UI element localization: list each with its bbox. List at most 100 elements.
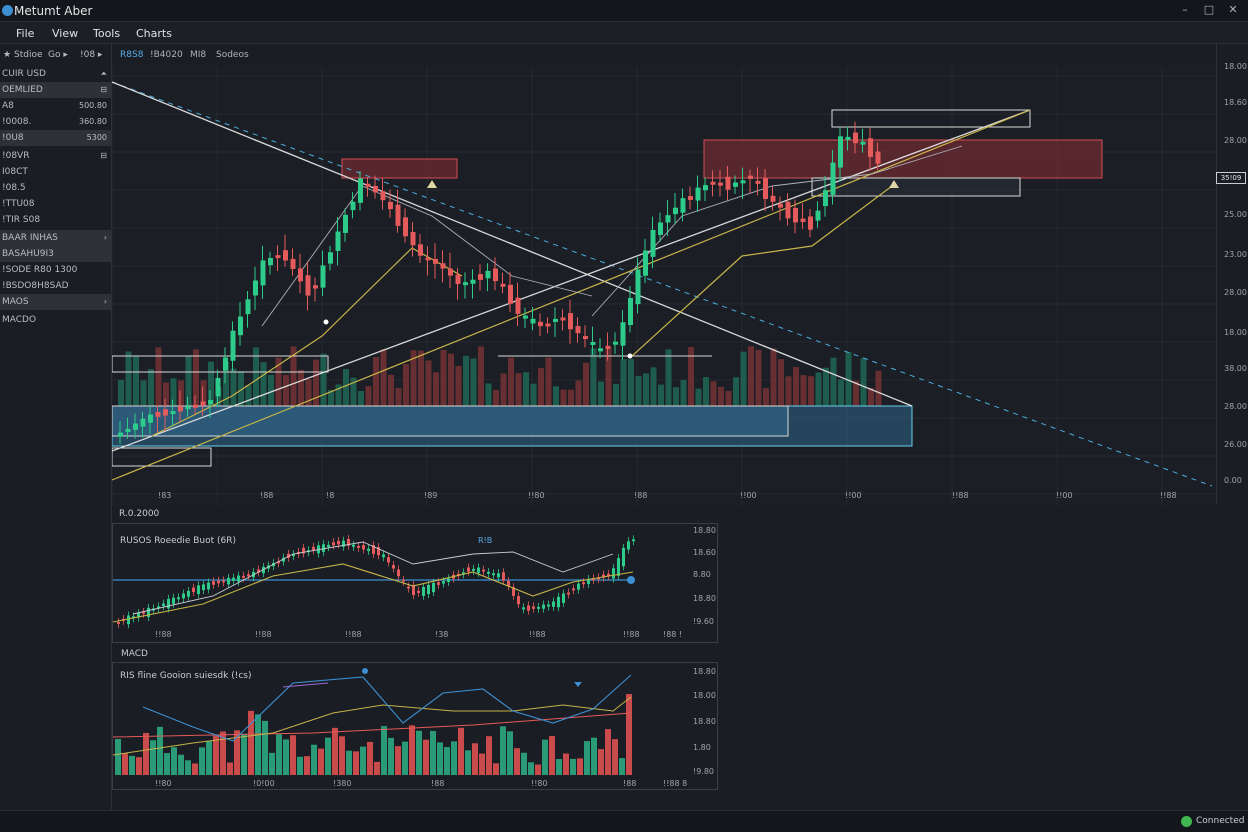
rsi-candle-body [477,567,480,573]
macd-histogram-bar [542,739,548,775]
sidebar-item[interactable]: CUIR USD ⏶ [0,66,111,82]
rsi-candle-body [407,586,410,589]
candle-body [358,178,363,203]
symbol-button[interactable]: R8S8 [120,50,143,60]
main-price-chart[interactable] [112,66,1216,506]
macd-histogram-bar [290,735,296,775]
sidebar-item-label: !TIR S08 [2,215,41,225]
rsi-panel: RUSOS Roeedie Buot (6R) R!B 18.80 18.60 … [112,523,718,643]
candle-body [538,321,543,327]
volume-bar [695,388,702,406]
volume-bar [118,380,124,406]
rsi-time-label: !38 [435,630,449,639]
menu-charts[interactable]: Charts [136,27,172,40]
sidebar-item[interactable]: I08CT [0,164,111,180]
volume-bar [170,378,177,406]
rsi-candle-body [532,606,535,609]
sidebar-item[interactable]: !TIR S08 [0,212,111,228]
rsi-candle-body [247,574,250,577]
favorite-icon[interactable]: ★ [3,50,11,60]
volume-bar [373,356,379,406]
macd-histogram-bar [171,747,177,775]
volume-bar [425,360,432,406]
volume-bar [433,372,439,406]
macd-histogram-bar [367,741,373,775]
volume-bar [755,349,762,406]
menu-view[interactable]: View [52,27,78,40]
rsi-candle-body [537,606,540,609]
maximize-icon[interactable]: □ [1200,3,1218,16]
sidebar-item-value: ⊟ [100,85,107,94]
candle-body [800,218,806,223]
resistance-zone[interactable] [341,158,458,179]
sidebar-item[interactable]: !08VR ⊟ [0,148,111,164]
studies-button[interactable]: Sodeos [216,50,249,60]
close-icon[interactable]: ✕ [1224,3,1242,16]
rsi-candle-body [367,548,370,552]
candle-body [500,283,506,287]
sidebar-tool-go[interactable]: Go ▸ [48,50,68,60]
macd-histogram-bar [213,735,219,775]
candle-body [470,279,476,284]
demand-zone-inner[interactable] [112,405,789,437]
interval-button[interactable]: MI8 [190,50,206,60]
price-label: 0.00 [1224,476,1242,485]
volume-bar [478,346,484,406]
menu-tools[interactable]: Tools [93,27,120,40]
volume-bar [320,353,327,406]
candle-body [245,299,251,315]
rsi-time-label: !!88 [255,630,272,639]
connection-status-icon [1181,816,1192,827]
sidebar-item[interactable]: BAAR INHAS › [0,230,111,246]
candle-body [283,250,288,261]
menu-file[interactable]: File [16,27,34,40]
sidebar-tool-studio[interactable]: Stdioe [14,50,43,60]
sidebar-item[interactable]: !0U8 5300 [0,130,111,146]
candle-body [193,404,198,408]
volume-bar [568,389,574,406]
sidebar-item[interactable]: !08.5 [0,180,111,196]
minimize-icon[interactable]: – [1176,3,1194,16]
sidebar-item[interactable]: !BSDO8H8SAD [0,278,111,294]
candle-body [433,258,438,264]
candle-body [463,282,468,286]
macd-histogram-bar [507,731,513,775]
volume-bar [148,369,154,406]
price-label: 28.00 [1224,288,1247,297]
sidebar-item[interactable]: A8 500.80 [0,98,111,114]
macd-histogram-bar [241,733,247,775]
breakout-box[interactable] [811,177,1021,197]
sidebar-tool-period[interactable]: !08 ▸ [80,50,102,60]
supply-zone[interactable] [703,139,1103,179]
sidebar-item-value: 500.80 [79,101,107,110]
macd-histogram-bar [409,725,415,775]
rsi-candle-body [557,596,560,608]
rsi-candle-body [522,607,525,610]
rsi-candle-body [202,584,205,591]
sidebar-item[interactable]: MACDO [0,312,111,328]
volume-bar [725,390,732,406]
sidebar-item[interactable]: MAOS › [0,294,111,310]
sidebar-item[interactable]: BASAHU9I3 [0,246,111,262]
macd-plot[interactable] [113,663,717,789]
macd-histogram-bar [577,758,583,775]
candle-body [725,176,731,190]
sidebar-item[interactable]: OEMLIED ⊟ [0,82,111,98]
candle-body [770,195,776,202]
volume-bar [643,373,649,406]
macd-histogram-bar [514,748,520,775]
macd-histogram-bar [556,759,562,775]
sidebar-item[interactable]: !TTU08 [0,196,111,212]
sidebar-item[interactable]: !0008. 360.80 [0,114,111,130]
volume-bar [740,351,747,406]
rsi-time-label: !!88 [529,630,546,639]
volume-bar [658,384,664,406]
sidebar-item[interactable]: !SODE R80 1300 [0,262,111,278]
macd-histogram-bar [612,739,618,775]
macd-time-label: !0!00 [253,779,275,788]
timeframe-button[interactable]: !B4020 [150,50,183,60]
macd-histogram-bar [269,752,275,775]
rsi-candles [117,535,635,629]
volume-bar [673,387,679,406]
candle-body [733,182,738,187]
